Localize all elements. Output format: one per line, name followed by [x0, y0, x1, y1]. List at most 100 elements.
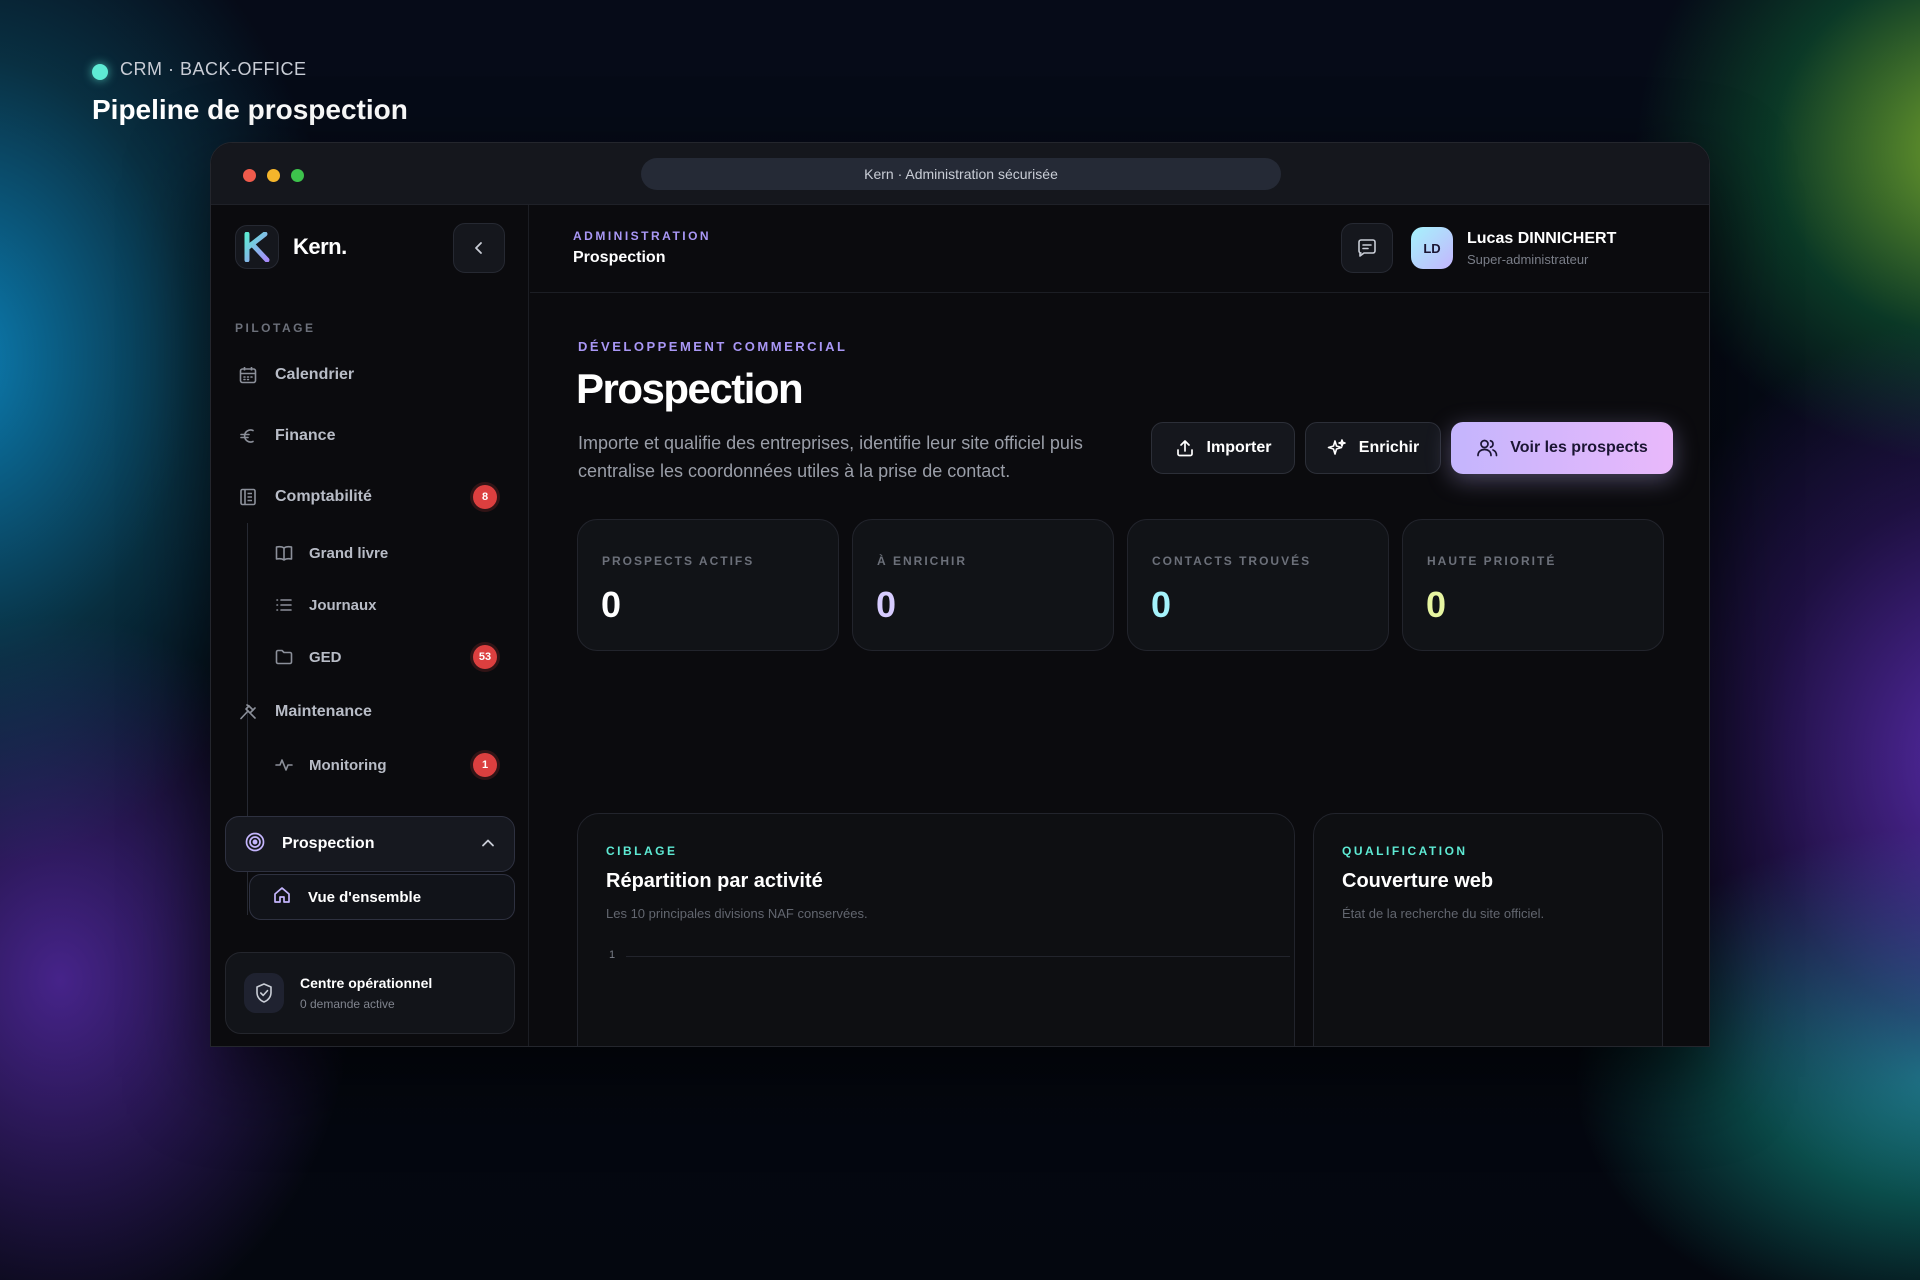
- stat-value: 0: [1151, 584, 1172, 625]
- list-icon: [273, 594, 295, 616]
- stat-label: PROSPECTS ACTIFS: [602, 554, 755, 568]
- hammer-icon: [237, 701, 259, 723]
- sidebar-item-calendrier[interactable]: Calendrier: [237, 355, 354, 395]
- view-prospects-label: Voir les prospects: [1510, 439, 1648, 456]
- import-label: Importer: [1206, 439, 1272, 456]
- ops-center-card[interactable]: Centre opérationnel 0 demande active: [225, 952, 515, 1034]
- stat-value: 0: [876, 584, 897, 625]
- activity-panel: CIBLAGE Répartition par activité Les 10 …: [577, 813, 1295, 1046]
- user-menu[interactable]: LD Lucas DINNICHERT Super-administrateur: [1411, 227, 1616, 269]
- maximize-window-button[interactable]: [291, 169, 304, 182]
- euro-icon: [237, 425, 259, 447]
- sparkles-icon: [1327, 439, 1346, 455]
- sidebar-item-label: Vue d'ensemble: [308, 888, 422, 906]
- sidebar-item-grand-livre[interactable]: Grand livre: [273, 535, 388, 571]
- web-coverage-panel: QUALIFICATION Couverture web État de la …: [1313, 813, 1663, 1046]
- main-content: ADMINISTRATION Prospection LD Lucas DINN…: [530, 205, 1709, 1046]
- stat-label: HAUTE PRIORITÉ: [1427, 554, 1557, 568]
- user-name: Lucas DINNICHERT: [1467, 229, 1617, 247]
- sidebar-item-label: Monitoring: [309, 756, 387, 774]
- enrich-button[interactable]: Enrichir: [1305, 422, 1441, 474]
- sidebar-item-label: Finance: [275, 427, 336, 444]
- chart-gridline: [626, 956, 1290, 957]
- caption-title: Pipeline de prospection: [92, 94, 408, 125]
- import-button[interactable]: Importer: [1151, 422, 1295, 474]
- messages-button[interactable]: [1341, 223, 1393, 273]
- sidebar-item-label: Comptabilité: [275, 488, 372, 505]
- panel-kicker: CIBLAGE: [606, 844, 678, 858]
- window-titlebar: Kern · Administration sécurisée: [211, 143, 1709, 205]
- pulse-icon: [273, 754, 295, 776]
- panel-kicker: QUALIFICATION: [1342, 844, 1468, 858]
- stat-value: 0: [601, 584, 622, 625]
- notification-badge: 53: [473, 645, 497, 669]
- caption-kicker: CRM · BACK-OFFICE: [120, 58, 307, 79]
- sidebar-item-journaux[interactable]: Journaux: [273, 587, 377, 623]
- sidebar-item-ged[interactable]: GED: [273, 639, 342, 675]
- users-icon: [1477, 439, 1498, 457]
- sidebar-item-comptabilite[interactable]: Comptabilité: [237, 477, 372, 517]
- sidebar-item-maintenance[interactable]: Maintenance: [237, 692, 372, 732]
- sidebar-item-label: Grand livre: [309, 544, 389, 562]
- folder-icon: [273, 646, 295, 668]
- collapse-sidebar-button[interactable]: [453, 223, 505, 273]
- home-icon: [272, 885, 292, 909]
- close-window-button[interactable]: [243, 169, 256, 182]
- brand[interactable]: Kern.: [235, 225, 347, 269]
- sidebar-item-vue-ensemble[interactable]: Vue d'ensemble: [249, 874, 515, 920]
- sidebar-item-finance[interactable]: Finance: [237, 416, 335, 456]
- avatar: LD: [1411, 227, 1453, 269]
- stat-card-contacts-trouves: CONTACTS TROUVÉS 0: [1127, 519, 1389, 651]
- notification-badge: 8: [473, 485, 497, 509]
- stat-card-prospects-actifs: PROSPECTS ACTIFS 0: [577, 519, 839, 651]
- sidebar-item-label: Maintenance: [275, 703, 372, 720]
- page-caption: CRM · BACK-OFFICE Pipeline de prospectio…: [92, 58, 408, 126]
- status-dot: [92, 64, 108, 80]
- sidebar-item-label: Prospection: [282, 835, 375, 852]
- page-title: Prospection: [576, 365, 804, 412]
- section-kicker: DÉVELOPPEMENT COMMERCIAL: [578, 339, 848, 354]
- upload-icon: [1176, 440, 1193, 457]
- stat-card-haute-priorite: HAUTE PRIORITÉ 0: [1402, 519, 1664, 651]
- stat-value: 0: [1426, 584, 1447, 625]
- panel-subtitle: État de la recherche du site officiel.: [1342, 906, 1545, 921]
- chevron-up-icon: [482, 839, 494, 847]
- brand-name: Kern.: [293, 234, 347, 259]
- enrich-label: Enrichir: [1358, 439, 1420, 456]
- chevron-left-icon: [475, 242, 482, 254]
- top-header: ADMINISTRATION Prospection LD Lucas DINN…: [530, 205, 1709, 293]
- page-description: Importe et qualifie des entreprises, ide…: [578, 433, 1083, 481]
- sidebar-item-label: Calendrier: [275, 366, 355, 383]
- panel-title: Couverture web: [1342, 870, 1494, 892]
- view-prospects-button[interactable]: Voir les prospects: [1451, 422, 1673, 474]
- nav-section-label: PILOTAGE: [235, 321, 316, 335]
- sidebar-item-monitoring[interactable]: Monitoring: [273, 747, 386, 783]
- calendar-icon: [237, 364, 259, 386]
- shield-check-icon: [244, 973, 284, 1013]
- ledger-icon: [237, 486, 259, 508]
- sidebar-item-label: Journaux: [309, 596, 377, 614]
- ops-title: Centre opérationnel: [300, 975, 433, 991]
- sidebar-item-prospection[interactable]: Prospection: [225, 816, 515, 872]
- app-window: Kern · Administration sécurisée Kern. PI…: [210, 142, 1710, 1047]
- panel-subtitle: Les 10 principales divisions NAF conserv…: [606, 906, 868, 921]
- axis-tick-label: 1: [609, 949, 616, 961]
- header-title: Prospection: [573, 249, 666, 266]
- kern-logo-icon: [235, 225, 279, 269]
- notification-badge: 1: [473, 753, 497, 777]
- ops-subtitle: 0 demande active: [300, 997, 395, 1011]
- sidebar-item-label: GED: [309, 648, 342, 666]
- panel-title: Répartition par activité: [606, 870, 823, 892]
- stat-label: À ENRICHIR: [877, 554, 968, 568]
- book-icon: [273, 542, 295, 564]
- window-controls: [243, 169, 304, 182]
- user-role: Super-administrateur: [1467, 251, 1589, 267]
- breadcrumb: ADMINISTRATION: [573, 229, 712, 243]
- stat-label: CONTACTS TROUVÉS: [1152, 554, 1312, 568]
- target-icon: [244, 831, 266, 858]
- stat-card-a-enrichir: À ENRICHIR 0: [852, 519, 1114, 651]
- address-bar[interactable]: Kern · Administration sécurisée: [641, 158, 1281, 190]
- message-icon: [1358, 239, 1376, 257]
- minimize-window-button[interactable]: [267, 169, 280, 182]
- sidebar: Kern. PILOTAGE Calendrier Finance Compta…: [211, 205, 529, 1046]
